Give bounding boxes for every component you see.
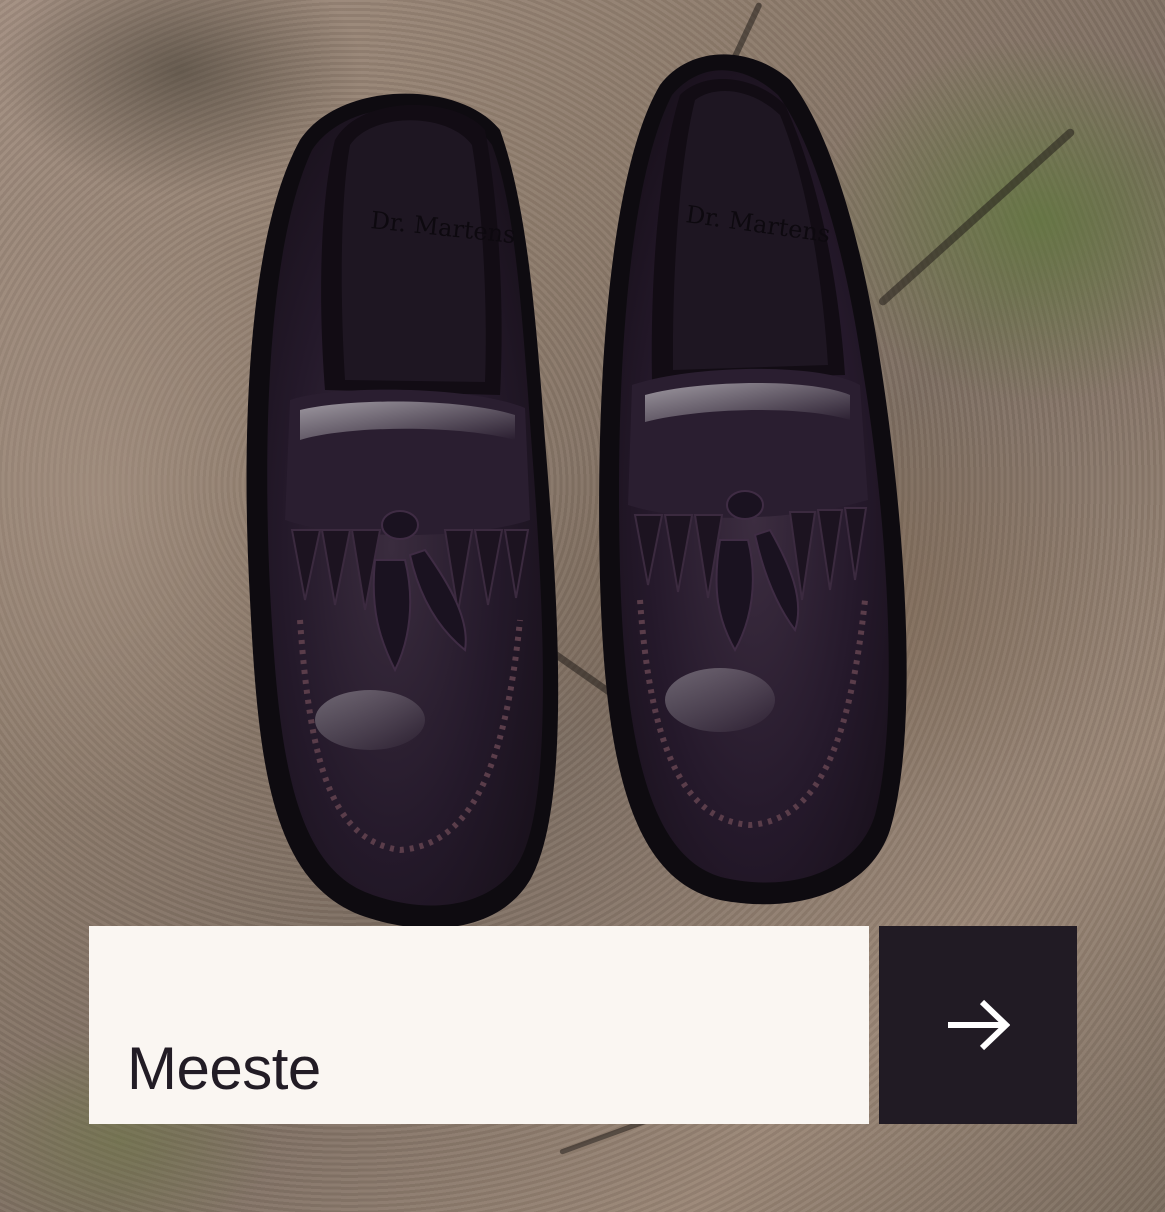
left-loafer: Dr. Martens [246,93,559,929]
category-label-panel[interactable]: Meeste [89,926,869,1124]
category-promo-card[interactable]: Dr. Martens Dr. Martens Meeste [0,0,1165,1212]
arrow-right-icon [948,999,1010,1051]
left-insole [341,120,486,382]
category-arrow-button[interactable] [879,926,1077,1124]
category-label: Meeste [127,1035,321,1102]
right-loafer: Dr. Martens [599,54,907,905]
